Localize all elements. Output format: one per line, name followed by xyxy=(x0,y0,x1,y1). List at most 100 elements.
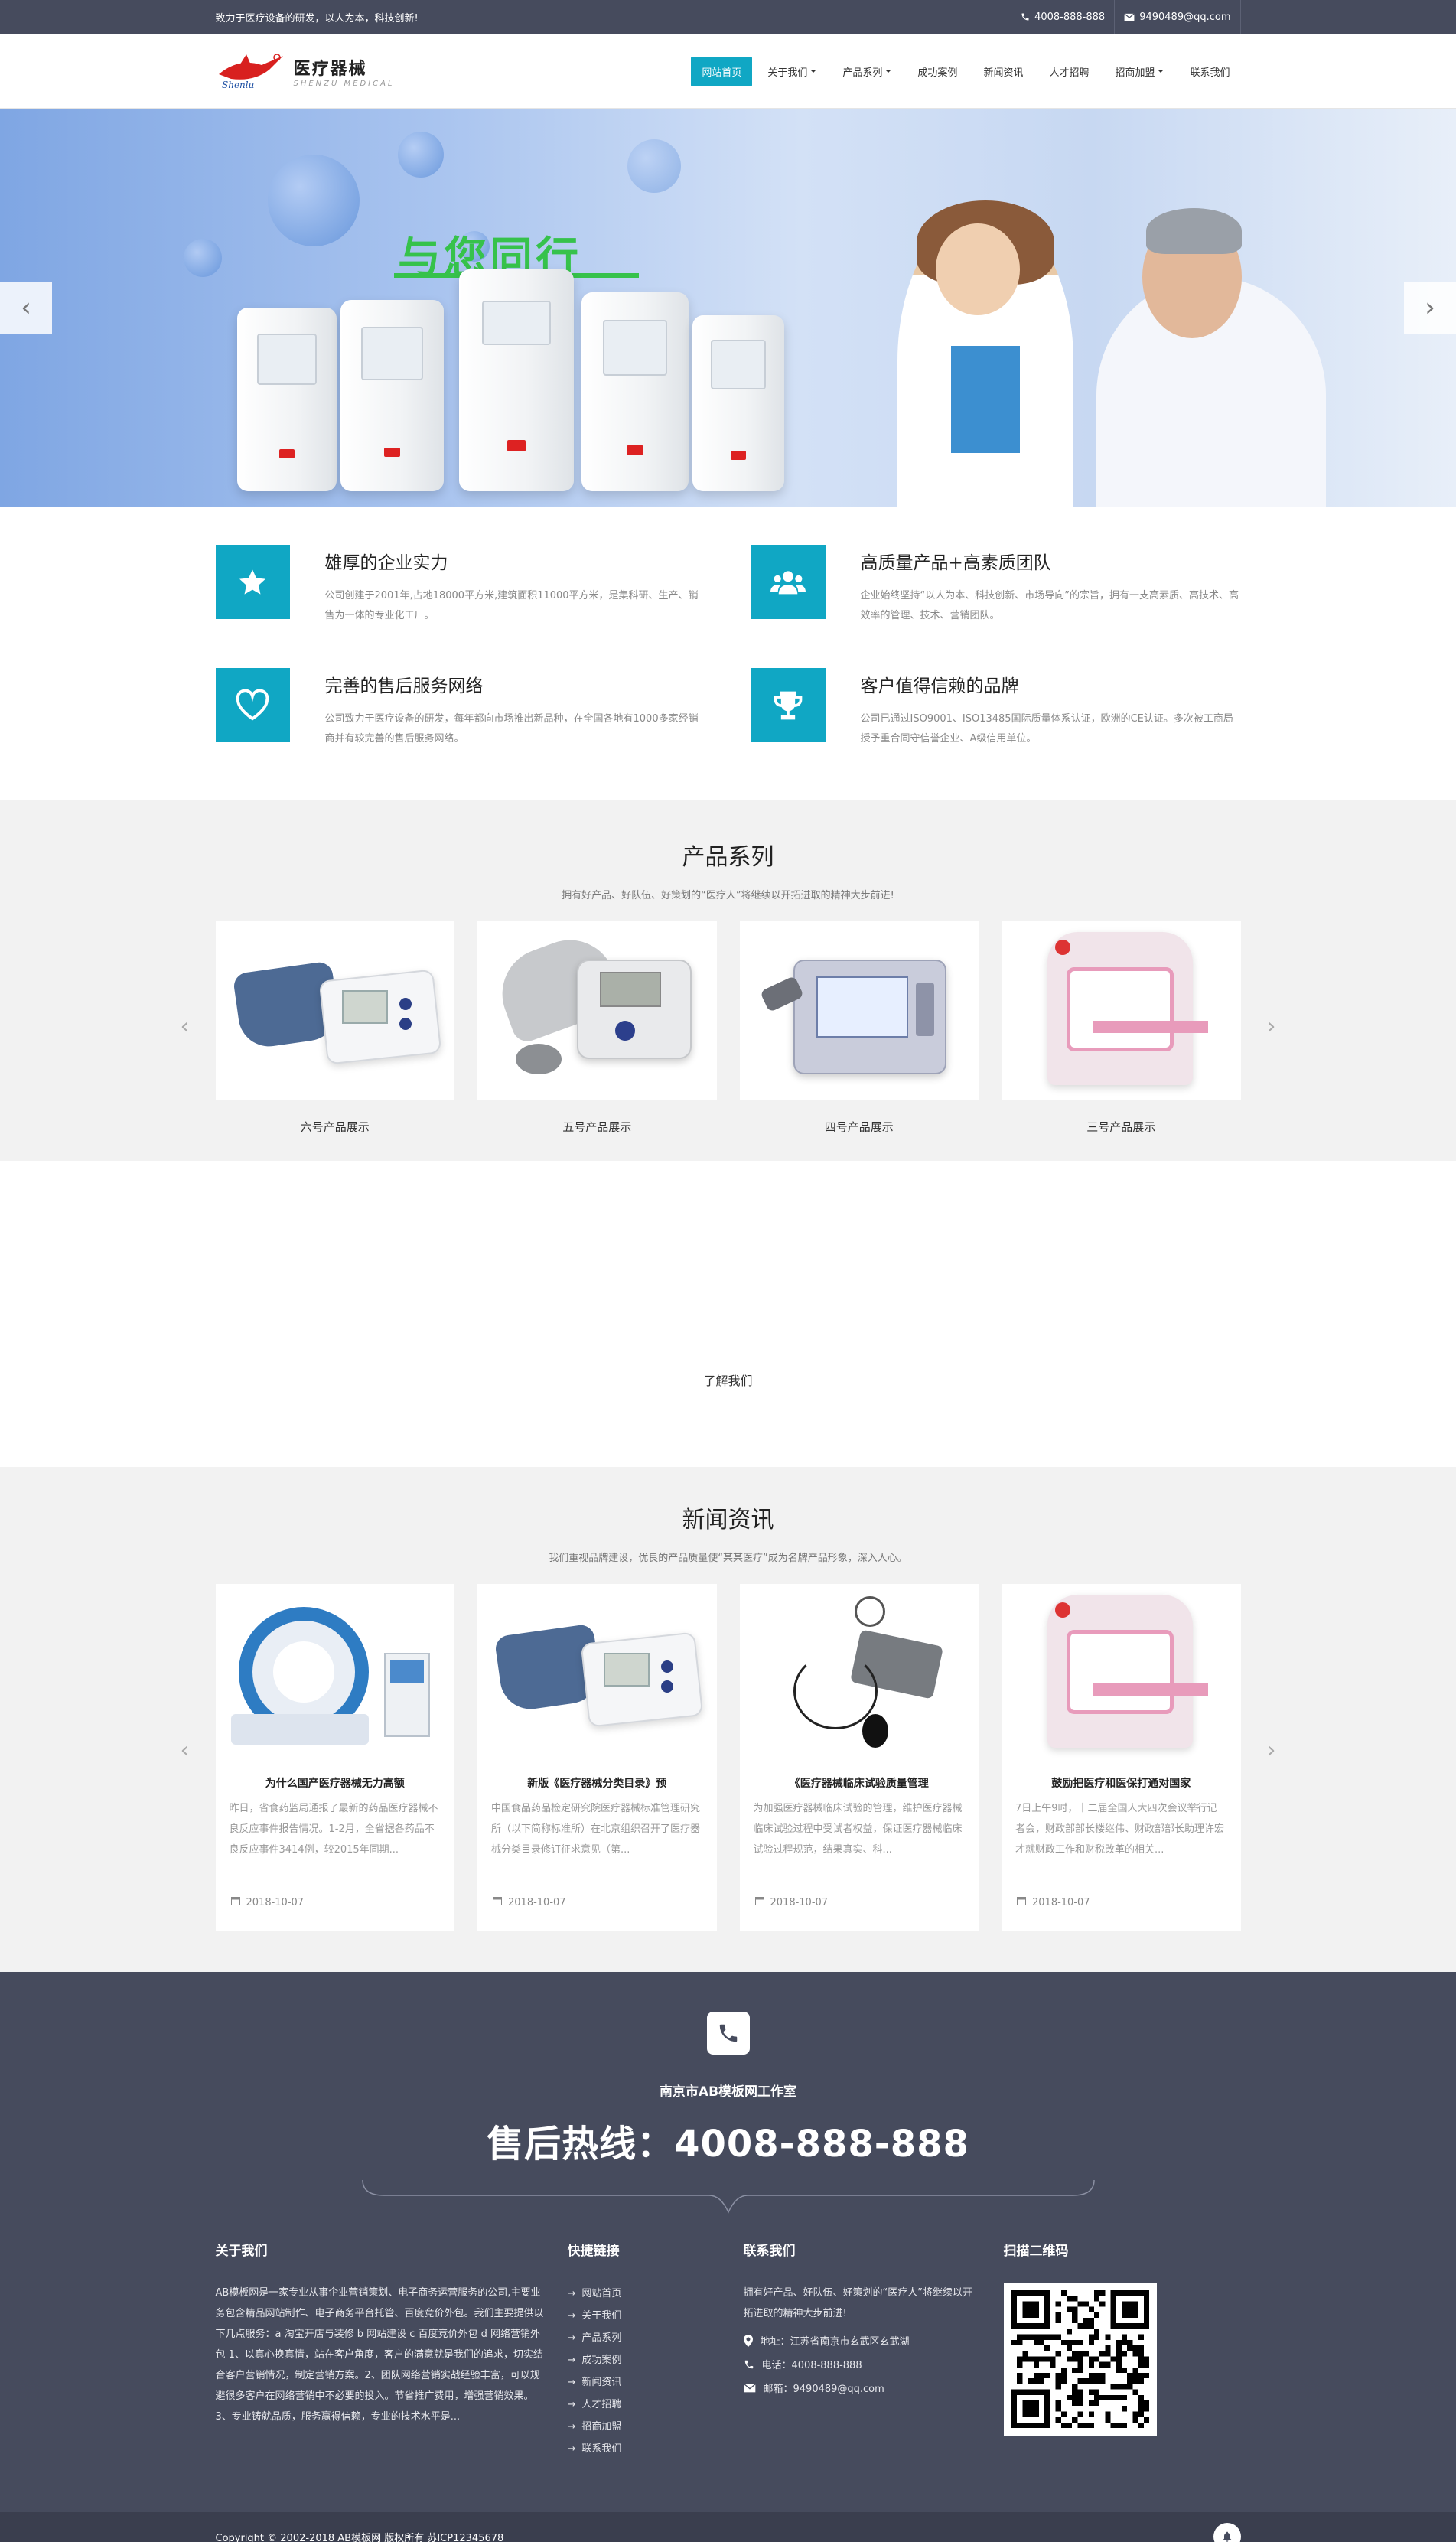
product-name[interactable]: 四号产品展示 xyxy=(740,1119,979,1135)
logo-mark-text: Shenlu xyxy=(222,80,254,90)
footer-link[interactable]: → 新闻资讯 xyxy=(568,2371,721,2394)
banner-molecule xyxy=(627,139,681,193)
product-card[interactable]: 六号产品展示 xyxy=(215,921,455,1135)
caret-down-icon xyxy=(885,70,892,73)
banner-molecule xyxy=(184,239,222,277)
banner-next-button[interactable]: › xyxy=(1404,282,1456,334)
footer-mail-text: 邮箱：9490489@qq.com xyxy=(763,2384,884,2395)
footer-contact: 联系我们 拥有好产品、好队伍、好策划的“医疗人”将继续以开拓进取的精神大步前进!… xyxy=(743,2240,981,2460)
product-image[interactable] xyxy=(739,921,979,1100)
news-title[interactable]: 鼓励把医疗和医保打通对国家 xyxy=(1012,1775,1230,1791)
footer-link[interactable]: → 产品系列 xyxy=(568,2327,721,2349)
product-image[interactable] xyxy=(1002,921,1241,1100)
site-logo[interactable]: Shenlu 医疗器械 SHENZU MEDICAL xyxy=(216,51,395,91)
oxygen-machine-image xyxy=(692,315,784,491)
product-name[interactable]: 三号产品展示 xyxy=(1002,1119,1241,1135)
feature-title: 雄厚的企业实力 xyxy=(324,553,448,573)
hotline-number: 售后热线：4008-888-888 xyxy=(487,2123,969,2166)
footer-links-title: 快捷链接 xyxy=(567,2240,721,2270)
product-card[interactable]: 五号产品展示 xyxy=(477,921,717,1135)
news-image[interactable] xyxy=(477,1584,717,1763)
footer-link[interactable]: → 人才招聘 xyxy=(568,2394,721,2416)
arrow-right-icon: → xyxy=(567,2332,576,2344)
news-card[interactable]: 鼓励把医疗和医保打通对国家 7日上午9时，十二届全国人大四次会议举行记者会，财政部… xyxy=(1002,1584,1241,1931)
news-desc: 7日上午9时，十二届全国人大四次会议举行记者会，财政部部长楼继伟、财政部部长助理… xyxy=(1015,1803,1225,1856)
nav-item[interactable]: 招商加盟 xyxy=(1104,57,1174,86)
doctor-patient-image xyxy=(844,162,1334,507)
news-date-text: 2018-10-07 xyxy=(508,1896,566,1908)
news-image[interactable] xyxy=(215,1584,454,1763)
back-to-top-button[interactable] xyxy=(1213,2523,1241,2542)
arrow-right-icon: → xyxy=(567,2355,576,2366)
footer-link[interactable]: → 关于我们 xyxy=(568,2305,721,2327)
news-card[interactable]: 新版《医疗器械分类目录》预 中国食品药品检定研究院医疗器械标准管理研究所（以下简称… xyxy=(477,1584,717,1931)
mail-icon xyxy=(743,2383,756,2392)
calendar-icon xyxy=(1017,1896,1026,1908)
footer-qr-title: 扫描二维码 xyxy=(1003,2240,1241,2270)
banner-molecule xyxy=(268,155,360,246)
arrow-right-icon: → xyxy=(567,2399,576,2410)
nav-item-label: 关于我们 xyxy=(767,67,808,79)
products-next-arrow[interactable]: › xyxy=(1267,1013,1276,1040)
top-email[interactable]: 9490489@qq.com xyxy=(1114,0,1241,34)
news-date-text: 2018-10-07 xyxy=(1032,1896,1090,1908)
caret-down-icon xyxy=(810,70,817,73)
products-prev-arrow[interactable]: ‹ xyxy=(181,1013,190,1040)
main-nav: 网站首页 关于我们 产品系列 成功案例 新闻资讯 人才招聘 招商加盟 联系我们 xyxy=(691,56,1240,86)
nav-item[interactable]: 联系我们 xyxy=(1179,57,1240,86)
news-image[interactable] xyxy=(739,1584,979,1763)
calendar-icon xyxy=(493,1896,502,1908)
doctor-scrubs xyxy=(951,346,1020,453)
product-name[interactable]: 五号产品展示 xyxy=(477,1119,717,1135)
news-subtitle: 我们重视品牌建设，优良的产品质量使“某某医疗”成为名牌产品形象，深入人心。 xyxy=(549,1553,907,1564)
nav-item[interactable]: 关于我们 xyxy=(757,57,827,86)
news-date: 2018-10-07 xyxy=(216,1881,455,1908)
patient-hair xyxy=(1146,208,1242,254)
trophy-icon xyxy=(751,668,826,742)
feature-title: 完善的售后服务网络 xyxy=(324,676,484,696)
product-image[interactable] xyxy=(215,921,454,1100)
news-title[interactable]: 新版《医疗器械分类目录》预 xyxy=(488,1775,706,1791)
product-image[interactable] xyxy=(477,921,717,1100)
news-title[interactable]: 《医疗器械临床试验质量管理 xyxy=(751,1775,969,1791)
location-icon xyxy=(743,2334,753,2347)
nav-item-label: 招商加盟 xyxy=(1115,67,1155,79)
top-phone[interactable]: 4008-888-888 xyxy=(1011,0,1114,34)
nav-item[interactable]: 新闻资讯 xyxy=(972,57,1034,86)
phone-icon xyxy=(744,2360,753,2368)
news-card[interactable]: 为什么国产医疗器械无力高额 昨日，省食药监局通报了最新的药品医疗器械不良反应事件报… xyxy=(215,1584,455,1931)
arrow-right-icon: → xyxy=(567,2377,576,2388)
news-title[interactable]: 为什么国产医疗器械无力高额 xyxy=(226,1775,445,1791)
feature-item: 雄厚的企业实力 公司创建于2001年,占地18000平方米,建筑面积11000平方… xyxy=(215,545,705,626)
footer-link[interactable]: → 联系我们 xyxy=(568,2438,721,2460)
news-next-arrow[interactable]: › xyxy=(1267,1737,1276,1764)
arrow-right-icon: → xyxy=(567,2288,576,2299)
product-name[interactable]: 六号产品展示 xyxy=(216,1119,455,1135)
nav-item[interactable]: 产品系列 xyxy=(832,57,902,86)
news-prev-arrow[interactable]: ‹ xyxy=(181,1737,190,1764)
footer-address: 地址：江苏省南京市玄武区玄武湖 xyxy=(743,2333,981,2348)
product-card[interactable]: 三号产品展示 xyxy=(1002,921,1241,1135)
footer-mail: 邮箱：9490489@qq.com xyxy=(743,2381,981,2395)
footer-link-label: 联系我们 xyxy=(581,2443,622,2455)
feature-text: 完善的售后服务网络 公司致力于医疗设备的研发，每年都向市场推出新品种，在全国各地有… xyxy=(325,668,705,749)
news-image[interactable] xyxy=(1002,1584,1241,1763)
caret-down-icon xyxy=(1158,70,1164,73)
news-date-text: 2018-10-07 xyxy=(770,1896,829,1908)
footer-link[interactable]: → 成功案例 xyxy=(568,2349,721,2371)
news-card[interactable]: 《医疗器械临床试验质量管理 为加强医疗器械临床试验的管理，维护医疗器械临床试验过程… xyxy=(739,1584,979,1931)
footer-link[interactable]: → 招商加盟 xyxy=(568,2416,721,2438)
product-card[interactable]: 四号产品展示 xyxy=(739,921,979,1135)
nav-item[interactable]: 人才招聘 xyxy=(1038,57,1099,86)
footer-link[interactable]: → 网站首页 xyxy=(568,2283,721,2305)
nav-item[interactable]: 网站首页 xyxy=(691,56,753,86)
footer-qr: 扫描二维码 xyxy=(1003,2240,1241,2460)
about-link[interactable]: 了解我们 xyxy=(0,1370,1456,1389)
feature-item: 客户值得信赖的品牌 公司已通过ISO9001、ISO13485国际质量体系认证，欧… xyxy=(751,668,1241,749)
news-title: 新闻资讯 xyxy=(682,1507,774,1533)
footer-about-title: 关于我们 xyxy=(215,2240,545,2270)
banner-prev-button[interactable]: ‹ xyxy=(0,282,52,334)
footer-link-label: 关于我们 xyxy=(581,2310,622,2322)
nav-item[interactable]: 成功案例 xyxy=(907,57,968,86)
products-section: 产品系列 拥有好产品、好队伍、好策划的“医疗人”将继续以开拓进取的精神大步前进!… xyxy=(0,800,1456,1161)
